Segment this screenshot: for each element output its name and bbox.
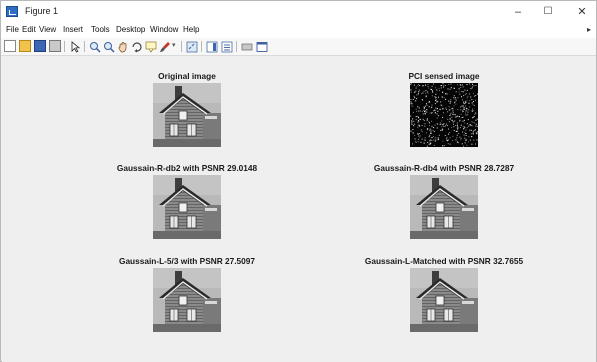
subplot-title: Gaussain-L-5/3 with PSNR 27.5097 — [118, 256, 256, 266]
data-cursor-icon[interactable] — [145, 40, 157, 53]
sensed-image[interactable] — [410, 83, 478, 147]
legend-icon[interactable] — [221, 40, 233, 53]
brush-icon[interactable] — [159, 40, 171, 52]
reconstructed-image[interactable] — [410, 175, 478, 239]
colorbar-icon[interactable] — [206, 40, 218, 53]
menu-view[interactable]: View — [39, 25, 56, 34]
window-title: Figure 1 — [25, 6, 59, 16]
open-file-icon[interactable] — [19, 40, 31, 52]
print-icon[interactable] — [49, 40, 61, 52]
figure-toolbar: ▾ — [1, 38, 596, 56]
new-figure-icon[interactable] — [4, 40, 16, 52]
subplot-title: Gaussain-L-Matched with PSNR 32.7655 — [364, 256, 524, 266]
menu-overflow-arrow-icon[interactable]: ▸ — [587, 25, 591, 34]
close-button[interactable]: ✕ — [571, 4, 593, 20]
edit-plot-icon[interactable] — [69, 40, 81, 53]
subplot-title: Gaussain-R-db4 with PSNR 28.7287 — [373, 163, 515, 173]
minimize-button[interactable]: – — [507, 4, 529, 20]
brush-dropdown-icon[interactable]: ▾ — [172, 40, 178, 52]
show-plot-tools-icon[interactable] — [256, 40, 268, 52]
figure-canvas: Original image PCI sensed image Gaussain… — [2, 56, 596, 362]
title-bar[interactable]: Figure 1 – ☐ ✕ — [1, 1, 596, 23]
menu-file[interactable]: File — [6, 25, 19, 34]
menu-help[interactable]: Help — [183, 25, 199, 34]
original-image[interactable] — [153, 83, 221, 147]
hide-plot-tools-icon[interactable] — [241, 40, 253, 52]
menu-window[interactable]: Window — [150, 25, 178, 34]
reconstructed-image[interactable] — [153, 268, 221, 332]
zoom-out-icon[interactable] — [103, 40, 115, 53]
menu-desktop[interactable]: Desktop — [116, 25, 145, 34]
rotate-3d-icon[interactable] — [131, 40, 143, 53]
reconstructed-image[interactable] — [153, 175, 221, 239]
save-icon[interactable] — [34, 40, 46, 52]
subplot-title: Gaussain-R-db2 with PSNR 29.0148 — [116, 163, 258, 173]
reconstructed-image[interactable] — [410, 268, 478, 332]
menu-tools[interactable]: Tools — [91, 25, 110, 34]
menu-edit[interactable]: Edit — [22, 25, 36, 34]
menu-bar: File Edit View Insert Tools Desktop Wind… — [1, 23, 596, 38]
subplot-title: PCI sensed image — [408, 71, 480, 81]
maximize-button[interactable]: ☐ — [537, 4, 559, 20]
subplot-title: Original image — [158, 71, 216, 81]
pan-icon[interactable] — [117, 40, 129, 53]
zoom-in-icon[interactable] — [89, 40, 101, 53]
menu-insert[interactable]: Insert — [63, 25, 83, 34]
link-icon[interactable] — [186, 40, 198, 53]
matlab-figure-icon — [6, 6, 18, 17]
figure-window: Figure 1 – ☐ ✕ File Edit View Insert Too… — [0, 0, 597, 362]
